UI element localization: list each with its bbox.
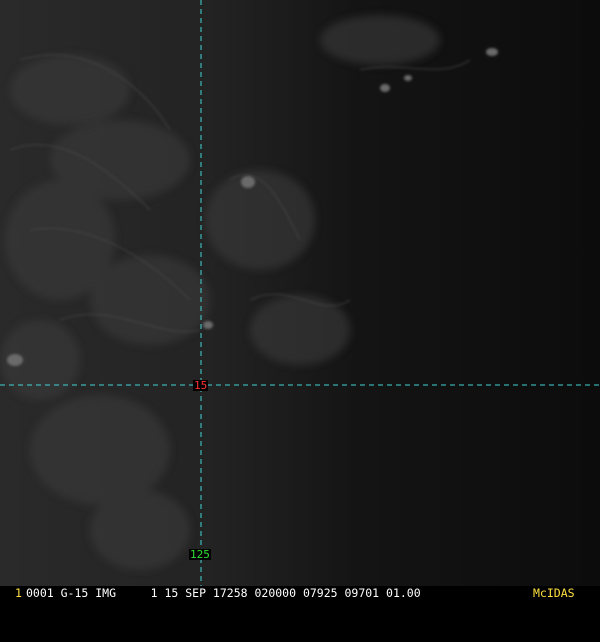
satellite-image [0, 0, 600, 586]
longitude-label: 125 [189, 548, 211, 561]
latitude-label: 15 [193, 379, 209, 392]
status-bar: 1 0001 G-15 IMG 1 15 SEP 17258 020000 07… [0, 586, 600, 600]
mcidas-logo-text: McIDAS [533, 586, 575, 600]
image-info-text: 0001 G-15 IMG 1 15 SEP 17258 020000 0792… [26, 586, 421, 600]
frame-number: 1 [15, 586, 22, 600]
